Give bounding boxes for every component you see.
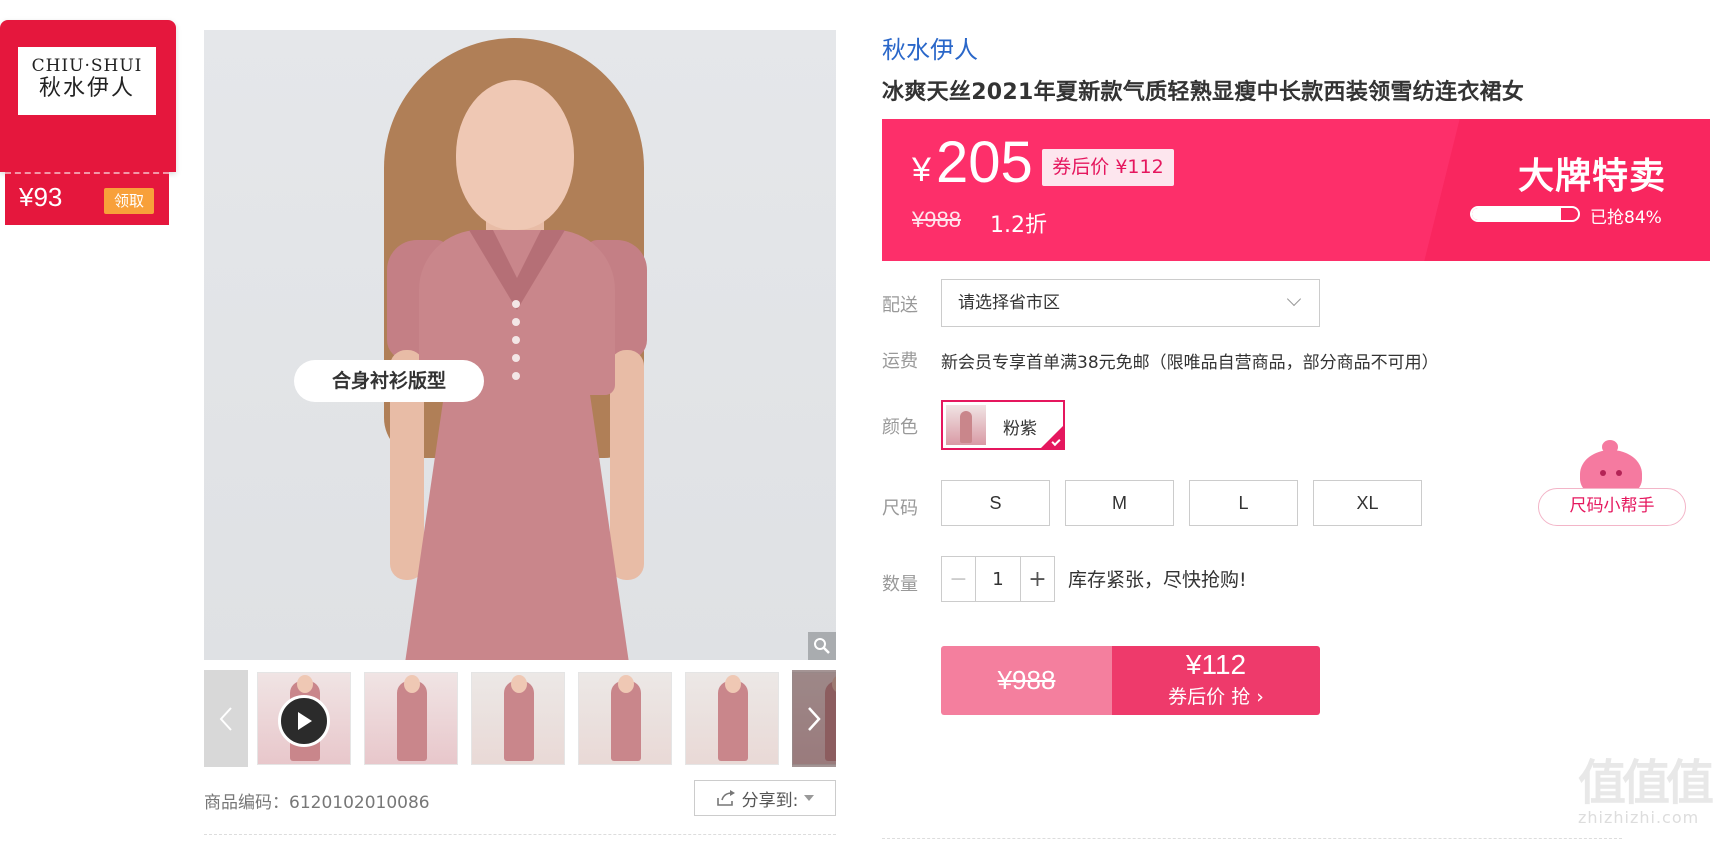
sold-progress-text: 已抢84%: [1590, 208, 1662, 228]
share-icon: [716, 790, 735, 806]
color-option-selected[interactable]: 粉紫: [941, 400, 1065, 450]
coupon-amount: ¥93: [19, 182, 63, 212]
chevron-left-icon: [219, 706, 232, 731]
thumbnail-item[interactable]: [578, 672, 672, 765]
thumbnail-figure: [611, 675, 641, 761]
size-option-s[interactable]: S: [941, 480, 1050, 526]
thumbnail-figure: [397, 675, 427, 761]
chevron-down-icon: [1286, 291, 1302, 307]
delivery-label: 配送: [882, 295, 918, 316]
sold-progress-bar: [1470, 206, 1580, 222]
dress-buttons: [512, 300, 520, 400]
quantity-decrease-button[interactable]: −: [942, 557, 976, 601]
promo-title: 大牌特卖: [1517, 156, 1666, 197]
watermark-logo: 值值值: [1578, 755, 1714, 811]
product-code: 商品编码：6120102010086: [204, 788, 430, 813]
model-arm-right: [610, 350, 644, 580]
size-option-m[interactable]: M: [1065, 480, 1174, 526]
currency-symbol: ¥: [912, 151, 931, 189]
share-button[interactable]: 分享到:: [694, 780, 836, 816]
size-helper-button[interactable]: 尺码小帮手: [1538, 440, 1688, 530]
product-title: 冰爽天丝2021年夏新款气质轻熟显瘦中长款西装领雪纺连衣裙女: [882, 80, 1525, 105]
buy-with-coupon-button[interactable]: ¥112 券后价 抢 ›: [1112, 646, 1320, 715]
selected-corner: [1041, 426, 1063, 448]
product-code-label: 商品编码：: [204, 793, 289, 813]
thumbnail-item[interactable]: [471, 672, 565, 765]
thumbnail-figure: [718, 675, 748, 761]
model-face: [456, 80, 574, 230]
buy-action-label: 券后价 抢 ›: [1168, 686, 1264, 708]
thumbnail-item[interactable]: [364, 672, 458, 765]
main-product-image[interactable]: 合身衬衫版型: [204, 30, 836, 660]
size-option-xl[interactable]: XL: [1313, 480, 1422, 526]
region-select-placeholder: 请选择省市区: [958, 293, 1060, 313]
product-code-value: 6120102010086: [289, 793, 430, 813]
brand-coupon-header: CHIU·SHUI 秋水伊人: [0, 20, 176, 172]
current-price: 205: [936, 130, 1033, 195]
shipping-label: 运费: [882, 351, 918, 372]
stock-note: 库存紧张，尽快抢购!: [1068, 569, 1247, 591]
size-helper-label: 尺码小帮手: [1538, 488, 1686, 526]
play-icon[interactable]: [278, 695, 330, 747]
divider: [204, 834, 836, 835]
buy-coupon-price: ¥112: [1185, 649, 1247, 680]
original-price: ¥988: [912, 207, 961, 232]
color-thumbnail: [946, 405, 986, 445]
caret-down-icon: [804, 795, 815, 801]
share-label: 分享到:: [741, 790, 799, 811]
region-select[interactable]: 请选择省市区: [941, 279, 1320, 327]
coupon-price-badge: 券后价 ¥112: [1042, 149, 1174, 186]
size-label: 尺码: [882, 498, 918, 519]
brand-logo-en: CHIU·SHUI: [31, 56, 143, 76]
buy-button-group: ¥988 ¥112 券后价 抢 ›: [941, 646, 1320, 715]
coupon-strip: ¥93 领取: [5, 172, 169, 225]
thumbnail-prev-button[interactable]: [204, 670, 248, 767]
sold-progress-fill: [1472, 208, 1562, 220]
zoom-icon[interactable]: [808, 632, 836, 660]
divider: [882, 838, 1622, 839]
site-watermark: 值值值 zhizhizhi.com: [1578, 758, 1718, 838]
color-label: 颜色: [882, 417, 918, 438]
brand-logo-cn: 秋水伊人: [38, 76, 135, 101]
chevron-right-icon: [808, 706, 821, 731]
quantity-input[interactable]: 1: [976, 557, 1020, 601]
watermark-site: zhizhizhi.com: [1578, 808, 1700, 827]
thumbnail-next-button[interactable]: [792, 670, 836, 767]
brand-logo: CHIU·SHUI 秋水伊人: [18, 47, 156, 115]
quantity-label: 数量: [882, 574, 918, 595]
brand-coupon-card[interactable]: CHIU·SHUI 秋水伊人 ¥93 领取: [0, 20, 176, 225]
shipping-info: 新会员专享首单满38元免邮（限唯品自营商品，部分商品不可用）: [941, 353, 1439, 373]
color-option-label: 粉紫: [1003, 419, 1037, 439]
thumbnail-figure: [504, 675, 534, 761]
buy-original-price: ¥988: [941, 646, 1112, 715]
quantity-stepper: − 1 +: [941, 556, 1055, 602]
image-feature-tag: 合身衬衫版型: [294, 360, 484, 402]
thumbnail-item[interactable]: [685, 672, 779, 765]
brand-link[interactable]: 秋水伊人: [882, 30, 978, 65]
quantity-increase-button[interactable]: +: [1020, 557, 1054, 601]
price-banner: ¥ 205 券后价 ¥112 ¥988 1.2折 大牌特卖 已抢84%: [882, 119, 1710, 261]
discount-rate: 1.2折: [990, 213, 1047, 238]
thumbnail-strip: [204, 670, 836, 767]
thumbnail-video[interactable]: [257, 672, 351, 765]
claim-coupon-button[interactable]: 领取: [104, 188, 154, 214]
size-option-l[interactable]: L: [1189, 480, 1298, 526]
